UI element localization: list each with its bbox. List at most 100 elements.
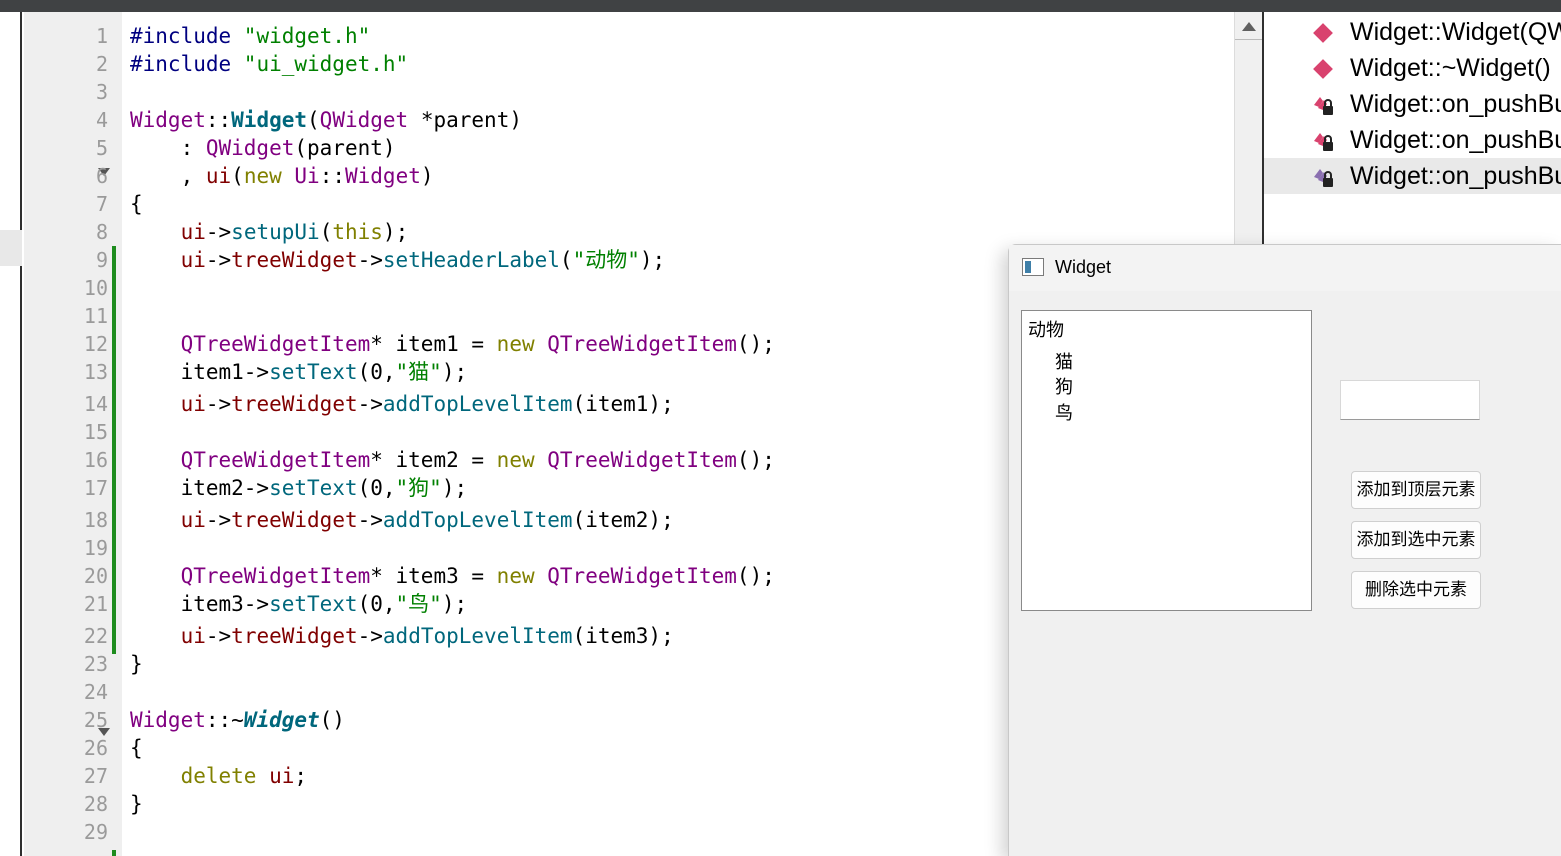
code-token: treeWidget [231, 508, 358, 532]
code-token: (); [736, 448, 775, 472]
code-token: (item1); [572, 392, 674, 416]
code-token: * item2 = [370, 448, 497, 472]
line-number: 20 [83, 564, 108, 588]
code-token: QWidget [319, 108, 409, 132]
code-token: new [496, 448, 535, 472]
code-line[interactable]: #include "ui_widget.h" [130, 50, 408, 78]
line-number-gutter: 1 2 3 4 5 6 7 8 9 10 11 12 13 14 15 16 17 18 19 20 21 22 23 24 2… [24, 12, 122, 856]
line-number: 14 [83, 392, 108, 416]
code-line[interactable]: } [130, 650, 143, 678]
code-token: QTreeWidgetItem [547, 564, 737, 588]
window-title: Widget [1055, 257, 1112, 277]
code-token: (parent) [294, 136, 396, 160]
code-token: Ui [294, 164, 320, 188]
code-token: } [130, 792, 143, 816]
scroll-up-icon[interactable] [1242, 22, 1256, 31]
code-line[interactable]: QTreeWidgetItem* item3 = new QTreeWidget… [130, 562, 775, 590]
outline-item-label: Widget::on_pushBu [1350, 126, 1561, 154]
code-token: -> [357, 392, 383, 416]
window-titlebar[interactable]: Widget [1009, 245, 1561, 291]
code-token: item2-> [130, 476, 270, 500]
code-line[interactable]: ui->treeWidget->addTopLevelItem(item2); [130, 506, 674, 534]
code-token: new [243, 164, 282, 188]
outline-item[interactable]: Widget::~Widget() [1264, 50, 1561, 86]
code-token: (); [736, 564, 775, 588]
outline-item[interactable]: Widget::Widget(QW [1264, 14, 1561, 50]
code-line[interactable]: #include "widget.h" [130, 22, 370, 50]
code-line[interactable]: item3->setText(0,"鸟"); [130, 590, 468, 618]
outline-item[interactable]: Widget::on_pushBu [1264, 122, 1561, 158]
code-token: { [130, 736, 143, 760]
code-line[interactable]: QTreeWidgetItem* item1 = new QTreeWidget… [130, 330, 775, 358]
line-number: 7 [95, 192, 108, 216]
code-token: Widget [345, 164, 421, 188]
code-token: treeWidget [231, 248, 358, 272]
code-line[interactable]: QTreeWidgetItem* item2 = new QTreeWidget… [130, 446, 775, 474]
code-line[interactable]: item2->setText(0,"狗"); [130, 474, 468, 502]
code-token: : [130, 136, 206, 160]
add-to-selected-button[interactable]: 添加到选中元素 [1351, 521, 1481, 559]
code-token: () [319, 708, 345, 732]
outline-item-label: Widget::on_pushBu [1350, 90, 1561, 118]
code-token: ui [180, 508, 206, 532]
window-app-icon [1022, 258, 1044, 276]
outline-item-selected[interactable]: Widget::on_pushBu [1264, 158, 1561, 194]
line-number: 13 [83, 360, 108, 384]
line-edit-input[interactable] [1340, 380, 1480, 420]
line-number: 27 [83, 764, 108, 788]
delete-selected-button[interactable]: 删除选中元素 [1351, 571, 1481, 609]
code-token: #include [130, 24, 244, 48]
code-token: QTreeWidgetItem [547, 448, 737, 472]
code-token: delete [180, 764, 257, 788]
code-token: ::~ [205, 708, 244, 732]
code-token: Widget [130, 708, 206, 732]
code-token: (item3); [572, 624, 674, 648]
outline-item[interactable]: Widget::on_pushBu [1264, 86, 1561, 122]
code-token: setText [269, 592, 358, 616]
code-token: ( [307, 108, 320, 132]
line-number: 21 [83, 592, 108, 616]
code-line[interactable]: ui->treeWidget->setHeaderLabel("动物"); [130, 246, 666, 274]
tree-item[interactable]: 鸟 [1055, 400, 1073, 426]
line-number: 10 [83, 276, 108, 300]
change-marker [112, 246, 116, 654]
scrollbar-divider [1235, 39, 1263, 40]
code-line[interactable]: ui->setupUi(this); [130, 218, 409, 246]
code-line[interactable]: : QWidget(parent) [130, 134, 396, 162]
code-token: ui [180, 220, 206, 244]
line-number: 16 [83, 448, 108, 472]
function-icon [1313, 59, 1333, 79]
code-token: ui [180, 248, 206, 272]
code-line[interactable]: { [130, 190, 143, 218]
code-line[interactable]: ui->treeWidget->addTopLevelItem(item3); [130, 622, 674, 650]
tree-widget[interactable]: 动物 猫 狗 鸟 [1021, 310, 1312, 611]
current-line-marker [0, 230, 22, 266]
code-line[interactable]: Widget::~Widget() [130, 706, 345, 734]
add-top-level-button[interactable]: 添加到顶层元素 [1351, 471, 1481, 509]
private-slot-icon [1314, 97, 1333, 115]
code-line[interactable]: Widget::Widget(QWidget *parent) [130, 106, 522, 134]
outline-item-label: Widget::Widget(QW [1350, 18, 1561, 46]
code-line[interactable]: , ui(new Ui::Widget) [130, 162, 434, 190]
line-number: 11 [83, 304, 108, 328]
tree-item[interactable]: 狗 [1055, 374, 1073, 400]
code-line[interactable]: delete ui; [130, 762, 307, 790]
code-line[interactable]: item1->setText(0,"猫"); [130, 358, 468, 386]
code-token: ( [319, 220, 333, 244]
tree-header[interactable]: 动物 [1028, 317, 1064, 343]
left-sidebar-strip [0, 12, 22, 856]
tree-item[interactable]: 猫 [1055, 349, 1073, 375]
code-token: item1-> [130, 360, 270, 384]
code-line[interactable]: ui->treeWidget->addTopLevelItem(item1); [130, 390, 674, 418]
code-line[interactable]: { [130, 734, 143, 762]
line-number: 15 [83, 420, 108, 444]
line-number: 26 [83, 736, 108, 760]
code-token: ( [231, 164, 244, 188]
code-line[interactable]: } [130, 790, 143, 818]
code-token: addTopLevelItem [382, 624, 573, 648]
